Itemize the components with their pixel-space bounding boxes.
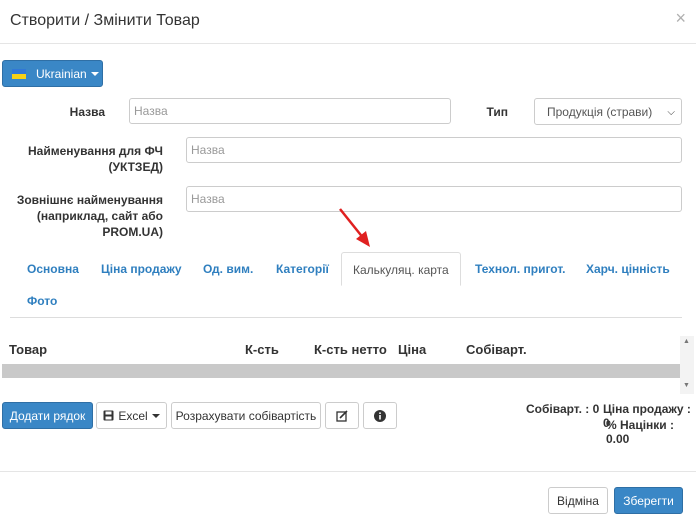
caret-down-icon — [151, 413, 160, 418]
language-dropdown-button[interactable]: Ukrainian — [2, 60, 103, 87]
save-icon — [103, 410, 114, 421]
ukraine-flag-icon — [12, 68, 26, 79]
external-name-label-line2: (наприклад, сайт або — [36, 209, 163, 223]
column-header-quantity: К-сть — [245, 342, 279, 357]
modal-title: Створити / Змінити Товар — [10, 12, 200, 29]
name-input[interactable] — [129, 98, 451, 124]
caret-down-icon — [90, 71, 99, 76]
footer-divider — [0, 471, 696, 472]
fc-name-label-line2: (УКТЗЕД) — [108, 160, 163, 174]
close-icon[interactable]: × — [675, 8, 686, 29]
tab-calculation-card[interactable]: Калькуляц. карта — [341, 252, 461, 286]
tab-nutrition[interactable]: Харч. цінність — [586, 262, 670, 276]
external-name-input[interactable] — [186, 186, 682, 212]
markup-total: % Націнки : 0.00 — [606, 418, 675, 446]
add-row-button[interactable]: Додати рядок — [2, 402, 93, 429]
column-header-net-quantity: К-сть нетто — [314, 342, 387, 357]
excel-label: Excel — [118, 408, 148, 423]
type-select-value: Продукція (страви) — [547, 104, 653, 119]
tab-technology[interactable]: Технол. пригот. — [475, 262, 565, 276]
column-header-price: Ціна — [398, 342, 427, 357]
scroll-up-icon[interactable]: ▲ — [683, 338, 690, 345]
modal-header: Створити / Змінити Товар × — [0, 0, 696, 44]
table-row[interactable] — [2, 364, 680, 378]
scroll-down-icon[interactable]: ▼ — [683, 382, 690, 389]
excel-dropdown-button[interactable]: Excel — [96, 402, 167, 429]
product-modal: Створити / Змінити Товар × Ukrainian Наз… — [0, 0, 696, 529]
edit-icon — [336, 409, 348, 422]
tab-main[interactable]: Основна — [27, 262, 79, 276]
tabs-divider — [10, 317, 682, 318]
fc-name-input[interactable] — [186, 137, 682, 163]
save-button[interactable]: Зберегти — [614, 487, 683, 514]
chevron-down-icon: ⌵ — [667, 107, 675, 118]
tab-photo[interactable]: Фото — [27, 294, 57, 308]
cancel-button[interactable]: Відміна — [548, 487, 608, 514]
external-name-label-line1: Зовнішнє найменування — [16, 193, 163, 207]
column-header-product: Товар — [9, 342, 48, 357]
column-header-cost: Собіварт. — [466, 342, 527, 357]
name-label: Назва — [69, 105, 105, 119]
info-button[interactable] — [363, 402, 397, 429]
tab-sale-price[interactable]: Ціна продажу — [101, 262, 182, 276]
calculate-cost-button[interactable]: Розрахувати собівартість — [171, 402, 321, 429]
table-scrollbar[interactable]: ▲ ▼ — [680, 336, 694, 394]
fc-name-label-line1: Найменування для ФЧ — [27, 144, 163, 158]
language-label: Ukrainian — [36, 66, 87, 81]
cost-total: Собіварт. : 0 — [526, 402, 600, 416]
tab-units[interactable]: Од. вим. — [203, 262, 253, 276]
info-icon — [374, 409, 386, 422]
type-label: Тип — [486, 105, 509, 119]
edit-button[interactable] — [325, 402, 359, 429]
external-name-label: Зовнішнє найменування (наприклад, сайт а… — [10, 192, 163, 240]
type-select[interactable]: Продукція (страви) ⌵ — [534, 98, 682, 125]
fc-name-label: Найменування для ФЧ (УКТЗЕД) — [10, 143, 163, 175]
red-arrow-annotation — [339, 208, 370, 247]
tab-categories[interactable]: Категорії — [276, 262, 329, 276]
external-name-label-line3: PROM.UA) — [102, 225, 163, 239]
